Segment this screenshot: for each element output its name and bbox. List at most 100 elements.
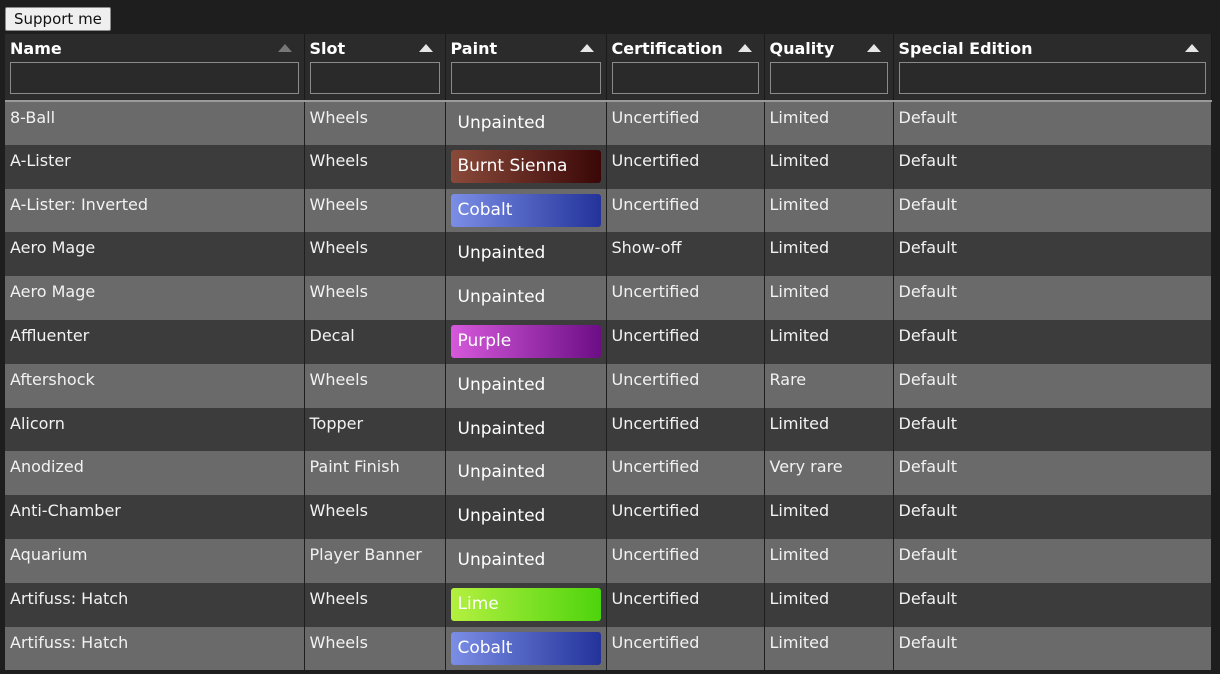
cell-quality: Limited — [764, 232, 894, 277]
cell-paint: Burnt Sienna — [445, 144, 607, 189]
cell-special: Default — [893, 319, 1212, 364]
sort-arrow-icon[interactable] — [866, 44, 881, 52]
cell-quality: Limited — [764, 626, 894, 671]
cell-special: Default — [893, 188, 1212, 233]
cell-cert: Uncertified — [606, 276, 765, 320]
table-row[interactable]: Aquarium Player Banner Unpainted Uncertifie… — [5, 538, 1212, 583]
cell-slot: Wheels — [304, 232, 446, 277]
filter-input-quality[interactable] — [769, 62, 888, 94]
cell-quality: Limited — [764, 582, 894, 627]
cell-cert: Uncertified — [606, 188, 765, 233]
cell-cert: Uncertified — [606, 363, 765, 408]
cell-quality: Limited — [764, 538, 894, 583]
cell-name: Anodized — [5, 451, 305, 496]
cell-special: Default — [893, 232, 1212, 277]
cell-name: Aero Mage — [5, 232, 305, 277]
paint-badge: Unpainted — [457, 113, 546, 133]
table-row[interactable]: A-Lister Wheels Burnt Sienna Uncertified Lim… — [5, 144, 1212, 189]
paint-badge: Lime — [450, 587, 601, 621]
paint-badge: Cobalt — [450, 193, 601, 227]
cell-cert: Uncertified — [606, 101, 765, 145]
cell-paint: Cobalt — [445, 188, 607, 233]
cell-slot: Wheels — [304, 188, 446, 233]
cell-special: Default — [893, 276, 1212, 320]
cell-special: Default — [893, 101, 1212, 145]
table-row[interactable]: Anodized Paint Finish Unpainted Uncertified… — [5, 451, 1212, 496]
cell-quality: Limited — [764, 101, 894, 145]
table-row[interactable]: Alicorn Topper Unpainted Uncertified Limited… — [5, 407, 1212, 452]
filter-input-certification[interactable] — [611, 62, 759, 94]
cell-paint: Unpainted — [445, 276, 607, 320]
cell-paint: Unpainted — [445, 495, 607, 539]
cell-paint: Lime — [445, 582, 607, 627]
cell-paint: Unpainted — [445, 363, 607, 408]
sort-arrow-icon[interactable] — [579, 44, 594, 52]
cell-quality: Limited — [764, 188, 894, 233]
cell-special: Default — [893, 626, 1212, 671]
cell-special: Default — [893, 495, 1212, 539]
table-row[interactable]: Aero Mage Wheels Unpainted Uncertified Limit… — [5, 276, 1212, 320]
cell-slot: Wheels — [304, 101, 446, 145]
cell-paint: Cobalt — [445, 626, 607, 671]
column-header-paint[interactable]: Paint — [445, 34, 607, 102]
table-row[interactable]: Anti-Chamber Wheels Unpainted Uncertified Li… — [5, 495, 1212, 539]
table-body: 8-Ball Wheels Unpainted Uncertified Limited D… — [5, 101, 1212, 671]
table-row[interactable]: 8-Ball Wheels Unpainted Uncertified Limited D… — [5, 101, 1212, 145]
filter-input-name[interactable] — [10, 62, 299, 94]
sort-arrow-icon[interactable] — [277, 44, 292, 52]
cell-cert: Uncertified — [606, 538, 765, 583]
cell-quality: Very rare — [764, 451, 894, 496]
column-header-special-edition[interactable]: Special Edition — [893, 34, 1212, 102]
cell-cert: Uncertified — [606, 319, 765, 364]
cell-name: Aftershock — [5, 363, 305, 408]
cell-special: Default — [893, 451, 1212, 496]
cell-cert: Uncertified — [606, 144, 765, 189]
column-header-certification[interactable]: Certification — [606, 34, 765, 102]
cell-slot: Topper — [304, 407, 446, 452]
table-row[interactable]: Affluenter Decal Purple Uncertified Limited D… — [5, 319, 1212, 364]
column-header-slot[interactable]: Slot — [304, 34, 446, 102]
cell-name: Alicorn — [5, 407, 305, 452]
sort-arrow-icon[interactable] — [737, 44, 752, 52]
filter-input-slot[interactable] — [309, 62, 440, 94]
filter-input-paint[interactable] — [450, 62, 601, 94]
paint-badge: Unpainted — [457, 418, 546, 439]
filter-input-special-edition[interactable] — [898, 62, 1206, 94]
column-label: Paint — [450, 39, 498, 58]
column-header-quality[interactable]: Quality — [764, 34, 894, 102]
sort-arrow-icon[interactable] — [418, 44, 433, 52]
column-label: Name — [10, 39, 62, 58]
cell-slot: Decal — [304, 319, 446, 364]
cell-name: Affluenter — [5, 319, 305, 364]
table-row[interactable]: Artifuss: Hatch Wheels Lime Uncertified Limi… — [5, 582, 1212, 627]
items-table: Name Slot Paint Certification Quality Sp… — [5, 34, 1212, 671]
cell-cert: Show-off — [606, 232, 765, 277]
table-row[interactable]: Aero Mage Wheels Unpainted Show-off Limited D… — [5, 232, 1212, 277]
sort-arrow-icon[interactable] — [1184, 44, 1199, 52]
cell-slot: Wheels — [304, 363, 446, 408]
cell-slot: Wheels — [304, 144, 446, 189]
paint-badge: Cobalt — [450, 631, 601, 665]
table-row[interactable]: Artifuss: Hatch Wheels Cobalt Uncertified Li… — [5, 626, 1212, 671]
column-header-name[interactable]: Name — [5, 34, 305, 102]
cell-quality: Rare — [764, 363, 894, 408]
cell-quality: Limited — [764, 144, 894, 189]
cell-slot: Wheels — [304, 276, 446, 320]
cell-name: Artifuss: Hatch — [5, 626, 305, 671]
cell-paint: Unpainted — [445, 451, 607, 496]
table-row[interactable]: A-Lister: Inverted Wheels Cobalt Uncertifie… — [5, 188, 1212, 233]
cell-special: Default — [893, 582, 1212, 627]
table-row[interactable]: Aftershock Wheels Unpainted Uncertified Rare… — [5, 363, 1212, 408]
paint-badge: Burnt Sienna — [450, 149, 601, 183]
cell-slot: Wheels — [304, 582, 446, 627]
cell-name: Aero Mage — [5, 276, 305, 320]
column-label: Certification — [611, 39, 723, 58]
cell-name: A-Lister: Inverted — [5, 188, 305, 233]
support-me-button[interactable]: Support me — [5, 7, 111, 31]
cell-cert: Uncertified — [606, 626, 765, 671]
paint-badge: Purple — [450, 324, 601, 358]
cell-quality: Limited — [764, 276, 894, 320]
cell-quality: Limited — [764, 319, 894, 364]
cell-name: 8-Ball — [5, 101, 305, 145]
paint-badge: Unpainted — [457, 462, 546, 483]
